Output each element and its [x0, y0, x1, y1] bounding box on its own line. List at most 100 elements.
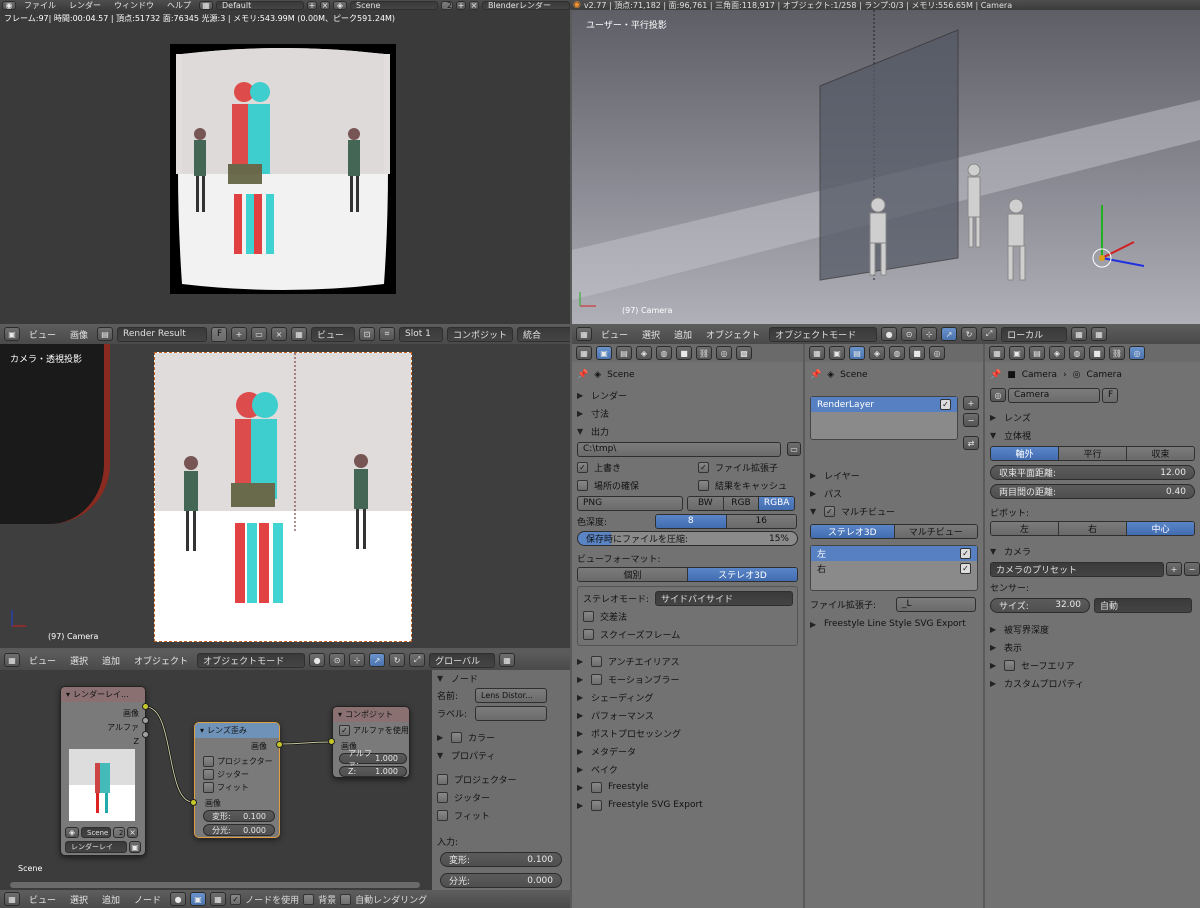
image-open-button[interactable]: ▭ — [251, 327, 268, 341]
cp-camera-tab-icon[interactable]: ◎ — [1129, 346, 1145, 360]
menu-node-add[interactable]: 追加 — [97, 893, 125, 906]
sensor-fit-select[interactable]: 自動 — [1094, 597, 1192, 613]
cp-section-stereo[interactable]: 立体視 — [1004, 429, 1031, 442]
interocular-field[interactable]: 両目間の距離: 0.40 — [990, 484, 1195, 499]
rp-editor-icon[interactable]: ▦ — [576, 346, 592, 360]
rl-scene-field[interactable]: Scene — [81, 827, 111, 838]
cp-world-tab-icon[interactable]: ◍ — [1069, 346, 1085, 360]
image-close-button[interactable]: × — [271, 327, 288, 341]
cp-editor-icon[interactable]: ▦ — [989, 346, 1005, 360]
uv-pivot-icon[interactable]: ⊙ — [901, 327, 918, 341]
rp-section-shading[interactable]: シェーディング — [591, 691, 653, 704]
sb-fit-check[interactable] — [437, 809, 448, 821]
lp-section-layer[interactable]: レイヤー — [824, 469, 860, 482]
convergence-field[interactable]: 収束平面距離: 12.00 — [990, 465, 1195, 480]
menu-cam-object[interactable]: オブジェクト — [129, 654, 193, 667]
render-engine-select[interactable]: Blenderレンダー — [482, 0, 570, 10]
add-layout-button[interactable]: + — [307, 0, 317, 10]
file-ext-check[interactable]: ✓ — [698, 461, 709, 473]
cache-check[interactable] — [698, 479, 709, 491]
rp-section-freestyle-svg[interactable]: Freestyle SVG Export — [608, 800, 703, 810]
cp-section-display[interactable]: 表示 — [1004, 641, 1022, 654]
color-mode-rgb[interactable]: RGB — [723, 496, 760, 510]
lens-fit-check[interactable] — [203, 782, 214, 793]
rl-collapse-icon[interactable]: ▾ — [66, 690, 70, 699]
stereo-mode-select[interactable]: サイドバイサイド — [655, 590, 793, 606]
rl-scene-close[interactable]: × — [127, 827, 138, 838]
layout-field[interactable]: Default — [216, 0, 304, 10]
comp-collapse-icon[interactable]: ▾ — [338, 710, 342, 719]
rp-section-performance[interactable]: パフォーマンス — [591, 709, 654, 722]
views-list[interactable]: 左 ✓ 右 ✓ — [810, 545, 978, 591]
rp-section-render[interactable]: レンダー — [591, 389, 627, 402]
uv-rotate-icon[interactable]: ↻ — [961, 327, 978, 341]
node-editor[interactable]: ▾ レンダーレイ... 画像 アルファ Z ◈ Scene 2 × レンダーレイ… — [0, 670, 432, 890]
uv-shading-icon[interactable]: ● — [881, 327, 898, 341]
node-label-field[interactable] — [475, 705, 547, 721]
sb-projector-check[interactable] — [437, 773, 448, 785]
cp-section-custom-props[interactable]: カスタムプロパティ — [1004, 677, 1084, 690]
cam-mode-select[interactable]: オブジェクトモード — [197, 652, 306, 668]
lp-editor-icon[interactable]: ▦ — [809, 346, 825, 360]
uv-manip-icon[interactable]: ⊹ — [921, 327, 938, 341]
lens-distortion-node[interactable]: ▾ レンズ歪み 画像 プロジェクター ジッター フィット 画像 変形: 0.100… — [194, 722, 280, 838]
crossed-check[interactable] — [583, 610, 594, 622]
uv-layers2-icon[interactable]: ▦ — [1091, 327, 1108, 341]
cp-section-safe-areas[interactable]: セーフエリア — [1021, 659, 1074, 672]
color-depth-16[interactable]: 16 — [726, 514, 796, 528]
sb-distort-field[interactable]: 変形: 0.100 — [440, 852, 562, 867]
cp-section-dof[interactable]: 被写界深度 — [1004, 623, 1049, 636]
pivot-icon[interactable]: ⊡ — [359, 327, 376, 341]
comp-alpha-field[interactable]: アルファ: 1.000 — [339, 749, 407, 769]
camera-data-field[interactable]: Camera — [1008, 387, 1100, 403]
camera-viewport[interactable]: カメラ・透視投影 (97) Camera — [0, 344, 570, 648]
safe-areas-check[interactable] — [1004, 659, 1015, 671]
cam-orientation-select[interactable]: グローバル — [429, 652, 496, 668]
menu-node-node[interactable]: ノード — [129, 893, 166, 906]
file-format-select[interactable]: PNG — [577, 495, 683, 511]
3dview-type-icon[interactable]: ▦ — [4, 653, 20, 667]
cam-translate-icon[interactable]: ↗ — [369, 653, 386, 667]
node-tree-shader-icon[interactable]: ● — [170, 892, 187, 906]
rp-section-postprocessing[interactable]: ポストプロセッシング — [591, 727, 681, 740]
freestyle-check[interactable] — [591, 781, 602, 793]
menu-uv-view[interactable]: ビュー — [596, 328, 633, 341]
view-left-check[interactable]: ✓ — [960, 548, 971, 559]
output-path-field[interactable]: C:\tmp\ — [577, 441, 781, 457]
camera-fake-user[interactable]: F — [1102, 387, 1118, 403]
menu-cam-select[interactable]: 選択 — [65, 654, 93, 667]
lp-section-passes[interactable]: パス — [824, 487, 842, 500]
node-section-label[interactable]: ノード — [451, 672, 478, 685]
pass-select[interactable]: コンポジット — [447, 326, 514, 342]
image-fake-user[interactable]: F — [211, 326, 228, 342]
rp-world-tab-icon[interactable]: ◍ — [656, 346, 672, 360]
pivot-left[interactable]: 左 — [991, 522, 1059, 535]
stereo-offaxis[interactable]: 軸外 — [991, 447, 1059, 460]
camera-presets-select[interactable]: カメラのプリセット — [990, 561, 1164, 577]
lens-distort-field[interactable]: 変形: 0.100 — [203, 810, 275, 822]
cp-section-lens[interactable]: レンズ — [1004, 411, 1031, 424]
uv-orientation-select[interactable]: ローカル — [1001, 326, 1068, 342]
use-nodes-check[interactable]: ✓ — [230, 893, 242, 905]
color-mode-rgba[interactable]: RGBA — [759, 496, 794, 510]
uv-scale-icon[interactable]: ⤢ — [981, 327, 998, 341]
view-mode-icon[interactable]: ▦ — [291, 327, 308, 341]
output-path-browse-icon[interactable]: ▭ — [787, 442, 801, 456]
snap-icon[interactable]: ⌗ — [379, 327, 396, 341]
rl-layer-field[interactable]: レンダーレイ — [65, 841, 127, 853]
uv-translate-icon[interactable]: ↗ — [941, 327, 958, 341]
stereo-toein[interactable]: 収束 — [1127, 447, 1194, 460]
slot-select[interactable]: Slot 1 — [399, 326, 444, 342]
lp-world-tab-icon[interactable]: ◍ — [889, 346, 905, 360]
cp-object-tab-icon[interactable]: ■ — [1089, 346, 1105, 360]
cp-layers-tab-icon[interactable]: ▤ — [1029, 346, 1045, 360]
view-right-item[interactable]: 右 ✓ — [811, 561, 977, 576]
node-color-check[interactable] — [451, 731, 462, 743]
menu-help[interactable]: ヘルプ — [162, 0, 196, 10]
backdrop-check[interactable] — [303, 893, 315, 905]
rp-render-tab-icon[interactable]: ▣ — [596, 346, 612, 360]
lens-collapse-icon[interactable]: ▾ — [200, 726, 204, 735]
rp-section-output[interactable]: 出力 — [591, 425, 609, 438]
cam-shading-icon[interactable]: ● — [309, 653, 326, 667]
rp-layers-tab-icon[interactable]: ▤ — [616, 346, 632, 360]
